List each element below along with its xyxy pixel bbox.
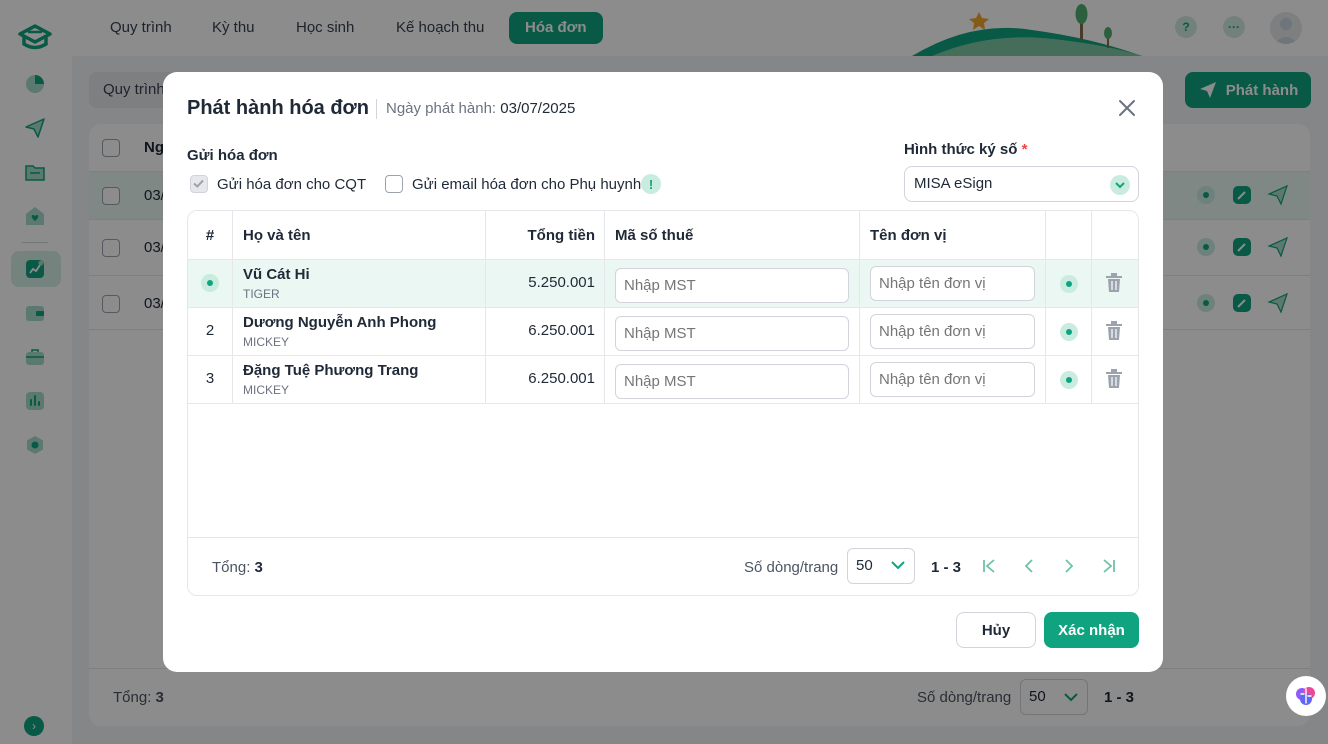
table-grid-line (188, 403, 1138, 404)
page-range: 1 - 3 (931, 559, 962, 576)
table-grid-line (232, 211, 233, 404)
column-header-unit-name: Tên đơn vị (870, 227, 947, 244)
unit-name-input[interactable] (870, 362, 1035, 397)
sign-method-label: Hình thức ký số * (904, 141, 1028, 158)
total-value: 3 (254, 559, 263, 576)
unit-name-input[interactable] (870, 314, 1035, 349)
column-header-name: Họ và tên (243, 227, 311, 244)
publish-date-value: 03/07/2025 (500, 100, 576, 117)
send-email-label: Gửi email hóa đơn cho Phụ huynh (412, 176, 642, 193)
student-name: Dương Nguyễn Anh Phong (243, 314, 437, 331)
column-header-total: Tổng tiền (527, 227, 596, 244)
unit-name-input[interactable] (870, 266, 1035, 301)
confirm-button[interactable]: Xác nhận (1044, 612, 1139, 648)
table-grid-line (188, 307, 1138, 308)
publish-invoice-dialog: Phát hành hóa đơn Ngày phát hành: 03/07/… (163, 72, 1163, 672)
required-mark: * (1021, 141, 1028, 158)
last-page-icon[interactable] (1099, 556, 1119, 576)
next-page-icon[interactable] (1059, 556, 1079, 576)
row-index: 2 (205, 322, 215, 339)
row-index: 3 (205, 370, 215, 387)
student-class: MICKEY (243, 383, 290, 397)
table-grid-line (485, 211, 486, 404)
table-grid-line (1091, 211, 1092, 404)
row-view-eye-icon[interactable] (188, 273, 232, 297)
view-eye-icon[interactable] (1058, 369, 1080, 391)
chevron-down-icon (1110, 175, 1130, 195)
table-grid-line (188, 259, 1138, 260)
table-row[interactable]: 3 Đặng Tuệ Phương Trang MICKEY 6.250.001 (188, 356, 1138, 404)
table-row[interactable]: Vũ Cát Hi TIGER 5.250.001 (188, 260, 1138, 308)
student-class: MICKEY (243, 335, 290, 349)
info-icon[interactable]: ! (641, 174, 661, 194)
student-class: TIGER (243, 287, 280, 301)
delete-trash-icon[interactable] (1103, 272, 1125, 294)
chevron-down-icon (891, 561, 905, 570)
tax-code-input[interactable] (615, 316, 849, 351)
send-cqt-checkbox[interactable] (190, 175, 208, 193)
dialog-title: Phát hành hóa đơn (187, 97, 369, 119)
column-header-tax-code: Mã số thuế (615, 227, 694, 244)
table-grid-line (604, 211, 605, 404)
table-grid-line (859, 211, 860, 404)
rows-per-page-label: Số dòng/trang (744, 559, 839, 576)
total-label: Tổng: (212, 559, 251, 576)
column-header-index: # (205, 227, 215, 244)
send-invoice-section-label: Gửi hóa đơn (187, 147, 278, 164)
student-name: Vũ Cát Hi (243, 266, 310, 283)
student-name: Đặng Tuệ Phương Trang (243, 362, 419, 379)
total-amount: 6.250.001 (528, 322, 595, 339)
prev-page-icon[interactable] (1019, 556, 1039, 576)
view-eye-icon[interactable] (1058, 321, 1080, 343)
rows-per-page-select[interactable]: 50 (847, 548, 915, 584)
first-page-icon[interactable] (979, 556, 999, 576)
send-email-checkbox[interactable] (385, 175, 403, 193)
ai-assistant-brain-icon[interactable] (1286, 676, 1326, 716)
view-eye-icon[interactable] (1058, 273, 1080, 295)
table-footer-divider (188, 537, 1138, 538)
table-row[interactable]: 2 Dương Nguyễn Anh Phong MICKEY 6.250.00… (188, 308, 1138, 356)
delete-trash-icon[interactable] (1103, 320, 1125, 342)
publish-date: Ngày phát hành: 03/07/2025 (386, 100, 575, 117)
sign-method-select[interactable]: MISA eSign (904, 166, 1139, 202)
send-cqt-label: Gửi hóa đơn cho CQT (217, 176, 367, 193)
total-amount: 6.250.001 (528, 370, 595, 387)
table-total: Tổng: 3 (212, 559, 263, 576)
rows-per-page-value: 50 (856, 557, 873, 574)
tax-code-input[interactable] (615, 268, 849, 303)
publish-date-label: Ngày phát hành: (386, 100, 497, 117)
table-grid-line (188, 355, 1138, 356)
delete-trash-icon[interactable] (1103, 368, 1125, 390)
title-divider (376, 99, 377, 119)
cancel-button[interactable]: Hủy (956, 612, 1036, 648)
table-grid-line (1045, 211, 1046, 404)
invoice-recipients-table: # Họ và tên Tổng tiền Mã số thuế Tên đơn… (187, 210, 1139, 596)
sign-method-value: MISA eSign (914, 175, 993, 192)
total-amount: 5.250.001 (528, 274, 595, 291)
tax-code-input[interactable] (615, 364, 849, 399)
close-icon[interactable] (1115, 96, 1139, 120)
